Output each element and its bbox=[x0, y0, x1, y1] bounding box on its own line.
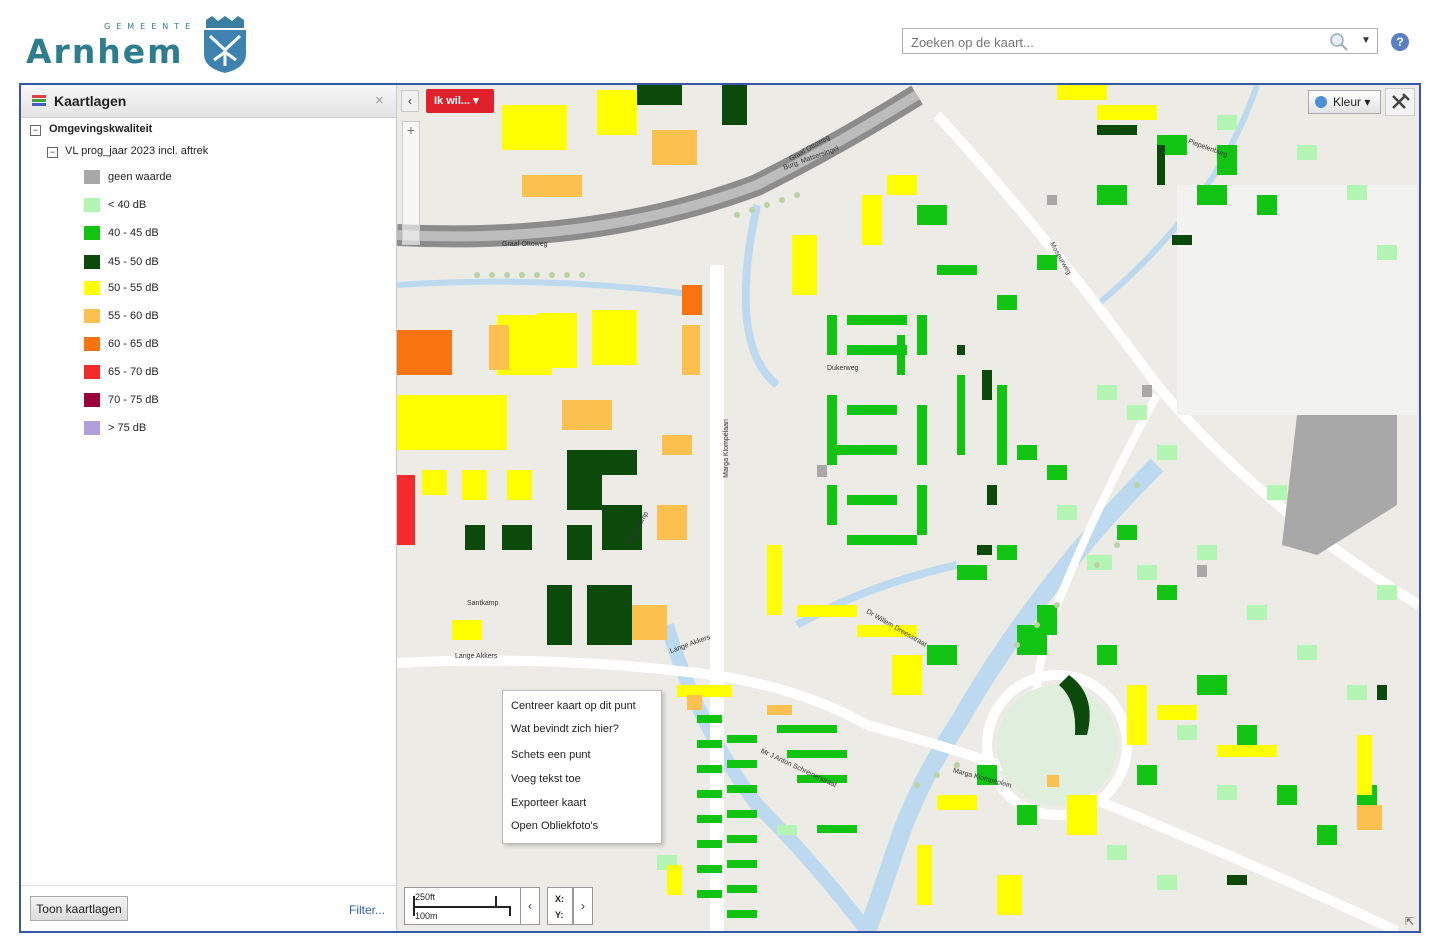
legend-label: 65 - 70 dB bbox=[108, 366, 159, 378]
layers-panel: Kaartlagen × − Omgevingskwaliteit − VL p… bbox=[21, 85, 397, 931]
menu-item-obliekfoto[interactable]: Open Obliekfoto's bbox=[511, 820, 598, 832]
search-icon[interactable] bbox=[1329, 32, 1349, 52]
coord-y-label: Y: bbox=[555, 910, 564, 920]
chevron-down-icon[interactable]: ▼ bbox=[1361, 35, 1371, 46]
legend-label: > 75 dB bbox=[108, 422, 147, 434]
coord-x-label: X: bbox=[555, 894, 564, 904]
scale-ft-label: 250ft bbox=[415, 892, 436, 902]
menu-item-schets-punt[interactable]: Schets een punt bbox=[511, 749, 591, 761]
menu-item-wat-bevindt[interactable]: Wat bevindt zich hier? bbox=[511, 723, 619, 735]
scale-m-label: 100m bbox=[415, 911, 438, 921]
zoom-in-icon[interactable]: + bbox=[403, 122, 419, 138]
street-label: Marga Klompélaan bbox=[722, 419, 730, 478]
legend-swatch bbox=[84, 309, 100, 323]
menu-item-exporteer[interactable]: Exporteer kaart bbox=[511, 797, 586, 809]
street-label: Dukerweg bbox=[827, 365, 859, 372]
collapse-child-icon[interactable]: − bbox=[47, 147, 58, 158]
chevron-left-icon[interactable]: ‹ bbox=[520, 887, 540, 925]
legend-swatch bbox=[84, 365, 100, 379]
tree-item-omgevingskwaliteit[interactable]: Omgevingskwaliteit bbox=[49, 123, 152, 135]
map-view[interactable]: Graaf Ottoweg Graaf Ottoweg Marga Klompé… bbox=[397, 85, 1419, 931]
street-label: Graaf Ottoweg bbox=[502, 241, 548, 248]
globe-icon bbox=[1315, 96, 1327, 108]
legend-swatch bbox=[84, 255, 100, 269]
help-icon[interactable]: ? bbox=[1391, 33, 1409, 51]
map-search[interactable]: ▼ bbox=[902, 28, 1378, 54]
ik-wil-button[interactable]: Ik wil... ▾ bbox=[426, 89, 494, 113]
legend-label: 55 - 60 dB bbox=[108, 310, 159, 322]
arnhem-logo[interactable]: GEMEENTE Arnhem bbox=[26, 14, 256, 76]
street-label: Santkamp bbox=[467, 600, 499, 607]
tree-item-vl-prog[interactable]: VL prog_jaar 2023 incl. aftrek bbox=[65, 145, 208, 157]
tools-icon[interactable] bbox=[1385, 88, 1415, 116]
panel-footer: Toon kaartlagen Filter... bbox=[21, 885, 396, 932]
legend-swatch bbox=[84, 281, 100, 295]
context-menu: Centreer kaart op dit punt Wat bevindt z… bbox=[502, 690, 662, 844]
legend-swatch bbox=[84, 226, 100, 240]
legend-label: geen waarde bbox=[108, 171, 172, 183]
legend-swatch bbox=[84, 393, 100, 407]
street-label: Lange Akkers bbox=[455, 653, 498, 660]
chevron-right-icon[interactable]: › bbox=[573, 887, 593, 925]
menu-item-centreer[interactable]: Centreer kaart op dit punt bbox=[511, 700, 636, 712]
resize-icon[interactable]: ⇱ bbox=[1405, 915, 1414, 928]
panel-title: Kaartlagen bbox=[54, 93, 127, 109]
legend-swatch bbox=[84, 337, 100, 351]
legend-label: 45 - 50 dB bbox=[108, 256, 159, 268]
layers-icon bbox=[32, 95, 46, 106]
legend-label: 50 - 55 dB bbox=[108, 282, 159, 294]
crest-icon bbox=[204, 16, 246, 73]
collapse-panel-button[interactable]: ‹ bbox=[401, 90, 419, 112]
legend-swatch bbox=[84, 198, 100, 212]
basemap-kleur-button[interactable]: Kleur ▾ bbox=[1308, 90, 1381, 114]
show-layers-button[interactable]: Toon kaartlagen bbox=[30, 896, 128, 921]
search-input[interactable] bbox=[909, 32, 1313, 52]
logo-name: Arnhem bbox=[26, 32, 184, 71]
menu-item-voeg-tekst[interactable]: Voeg tekst toe bbox=[511, 773, 581, 785]
layers-panel-header: Kaartlagen × bbox=[21, 85, 396, 118]
coordinate-readout: X: Y: bbox=[547, 887, 573, 925]
filter-link[interactable]: Filter... bbox=[349, 903, 385, 917]
legend-label: 60 - 65 dB bbox=[108, 338, 159, 350]
legend-label: 70 - 75 dB bbox=[108, 394, 159, 406]
kleur-label: Kleur ▾ bbox=[1333, 95, 1371, 109]
collapse-root-icon[interactable]: − bbox=[30, 125, 41, 136]
legend-swatch bbox=[84, 170, 100, 184]
logo-subtitle: GEMEENTE bbox=[104, 22, 197, 31]
legend-swatch bbox=[84, 421, 100, 435]
zoom-slider[interactable]: + bbox=[402, 121, 420, 245]
legend-label: < 40 dB bbox=[108, 199, 147, 211]
legend-label: 40 - 45 dB bbox=[108, 227, 159, 239]
header: GEMEENTE Arnhem ▼ ? bbox=[0, 0, 1446, 82]
close-icon[interactable]: × bbox=[375, 92, 384, 109]
